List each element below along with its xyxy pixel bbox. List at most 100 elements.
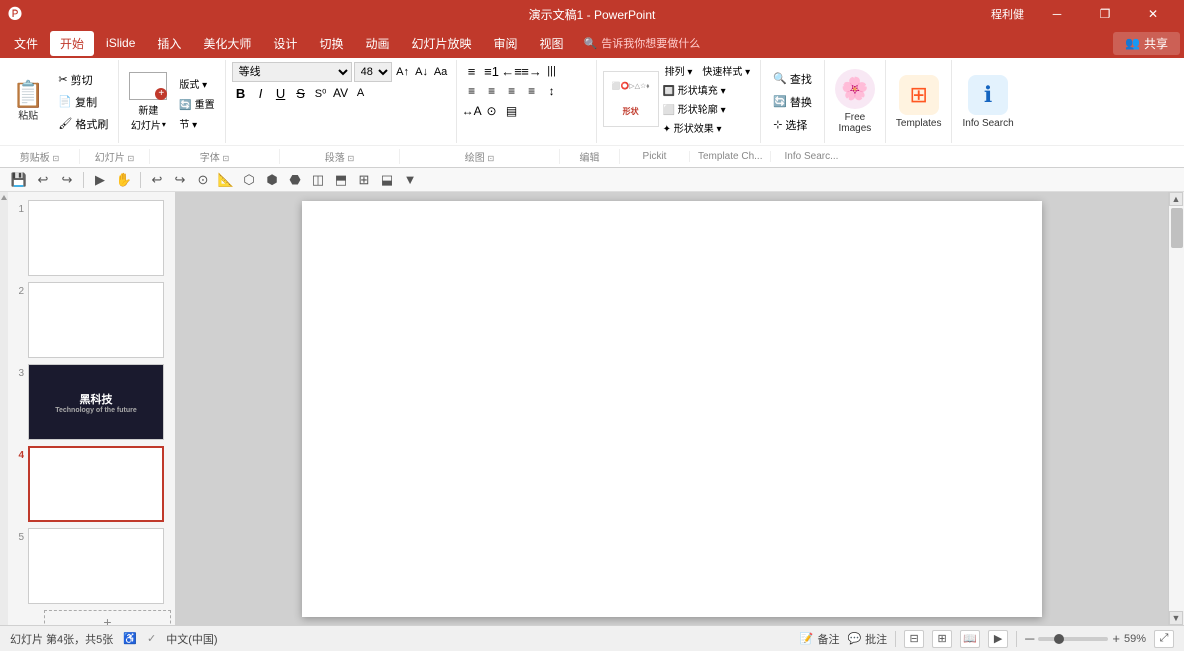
format-painter-button[interactable]: 🖌 格式刷 <box>54 114 112 134</box>
qa-btn9[interactable]: ⬒ <box>330 169 352 191</box>
font-color-button[interactable]: A <box>352 84 370 102</box>
shadow-button[interactable]: S⁰ <box>312 84 330 102</box>
bold-button[interactable]: B <box>232 84 250 102</box>
right-scrollbar[interactable]: ▲ ▼ <box>1168 192 1184 625</box>
shape-fill-button[interactable]: 🔲 形状填充 ▾ <box>661 81 728 98</box>
slide-thumb-4[interactable] <box>28 446 164 522</box>
bullets-button[interactable]: ≡ <box>463 62 481 80</box>
view-slide-sorter-button[interactable]: ⊞ <box>932 630 952 648</box>
view-slideshow-button[interactable]: ▶ <box>988 630 1008 648</box>
scroll-up-button[interactable]: ▲ <box>1169 192 1183 206</box>
shape-outline-button[interactable]: ⬜ 形状轮廓 ▾ <box>661 100 728 117</box>
clear-format-button[interactable]: Aa <box>432 63 450 81</box>
numbering-button[interactable]: ≡1 <box>483 62 501 80</box>
qa-btn8[interactable]: ◫ <box>307 169 329 191</box>
find-button[interactable]: 🔍 查找 <box>769 69 816 89</box>
shapes-gallery[interactable]: ⬜⭕▷ △☆⬧ 形状 <box>603 71 659 127</box>
slide-thumb-2[interactable] <box>28 282 164 358</box>
qa-dropdown[interactable]: ▼ <box>399 169 421 191</box>
new-slide-button[interactable]: + 新建 幻灯片 ▾ <box>125 70 171 134</box>
reset-button[interactable]: 🔄 重置 <box>175 94 218 113</box>
slide-item-4[interactable]: 4 <box>12 446 171 522</box>
convert-smartart-button[interactable]: ▤ <box>503 102 521 120</box>
minimize-button[interactable]: ─ <box>1034 0 1080 28</box>
qa-btn5[interactable]: ⬡ <box>238 169 260 191</box>
section-button[interactable]: 节 ▾ <box>175 114 218 133</box>
arrange-button[interactable]: 排列 ▾ <box>661 62 697 79</box>
menu-insert[interactable]: 插入 <box>147 31 191 56</box>
menu-home[interactable]: 开始 <box>50 31 94 56</box>
align-left-button[interactable]: ≡ <box>463 82 481 100</box>
select-button[interactable]: ⊹ 选择 <box>769 115 816 135</box>
strikethrough-button[interactable]: S <box>292 84 310 102</box>
slide-panel-scroll[interactable] <box>0 192 8 625</box>
comments-button[interactable]: 💬 批注 <box>847 631 887 647</box>
font-size-select[interactable]: 48 <box>354 62 392 82</box>
view-reading-button[interactable]: 📖 <box>960 630 980 648</box>
info-search-button[interactable]: ℹ Info Search <box>952 60 1023 143</box>
indent-more-button[interactable]: ≡→ <box>523 62 541 80</box>
text-align-button[interactable]: ⊙ <box>483 102 501 120</box>
search-bar[interactable]: 🔍 告诉我你想要做什么 <box>584 35 701 51</box>
slide-thumb-5[interactable] <box>28 528 164 604</box>
menu-slideshow[interactable]: 幻灯片放映 <box>401 31 481 56</box>
slide-thumb-3[interactable]: 黑科技 Technology of the future <box>28 364 164 440</box>
menu-islide[interactable]: iSlide <box>96 32 145 54</box>
text-direction-button[interactable]: ↔A <box>463 102 481 120</box>
notes-button[interactable]: 📝 备注 <box>800 631 840 647</box>
columns-button[interactable]: ||| <box>543 62 561 80</box>
slide-thumb-1[interactable] <box>28 200 164 276</box>
font-size-down-button[interactable]: A↓ <box>413 63 431 81</box>
qa-btn10[interactable]: ⊞ <box>353 169 375 191</box>
add-slide-button[interactable]: + <box>44 610 171 625</box>
slide-item-1[interactable]: 1 <box>12 200 171 276</box>
underline-button[interactable]: U <box>272 84 290 102</box>
char-spacing-button[interactable]: AV <box>332 84 350 102</box>
cut-button[interactable]: ✂ 剪切 <box>54 70 112 90</box>
zoom-slider[interactable] <box>1038 637 1108 641</box>
menu-view[interactable]: 视图 <box>530 31 574 56</box>
templates-button[interactable]: ⊞ Templates <box>886 60 953 143</box>
copy-button[interactable]: 📄 复制 <box>54 92 112 112</box>
qa-btn11[interactable]: ⬓ <box>376 169 398 191</box>
share-button[interactable]: 👥 共享 <box>1113 32 1180 55</box>
restore-button[interactable]: ❐ <box>1082 0 1128 28</box>
qa-btn4[interactable]: 📐 <box>215 169 237 191</box>
qa-btn2[interactable]: ↪ <box>169 169 191 191</box>
menu-review[interactable]: 审阅 <box>483 31 527 56</box>
menu-animation[interactable]: 动画 <box>355 31 399 56</box>
slide-item-3[interactable]: 3 黑科技 Technology of the future <box>12 364 171 440</box>
align-center-button[interactable]: ≡ <box>483 82 501 100</box>
quick-styles-button[interactable]: 快速样式 ▾ <box>698 62 754 79</box>
view-normal-button[interactable]: ⊟ <box>904 630 924 648</box>
shape-effects-button[interactable]: ✦ 形状效果 ▾ <box>661 119 724 136</box>
italic-button[interactable]: I <box>252 84 270 102</box>
zoom-out-button[interactable]: ─ <box>1025 631 1034 646</box>
slide-item-2[interactable]: 2 <box>12 282 171 358</box>
justify-button[interactable]: ≡ <box>523 82 541 100</box>
scroll-down-button[interactable]: ▼ <box>1169 611 1183 625</box>
menu-design[interactable]: 设计 <box>263 31 307 56</box>
save-button[interactable]: 💾 <box>8 169 30 191</box>
free-images-button[interactable]: 🌸 Free Images <box>825 60 886 143</box>
font-name-select[interactable]: 等线 <box>232 62 352 82</box>
font-size-up-button[interactable]: A↑ <box>394 63 412 81</box>
layout-button[interactable]: 版式 ▾ <box>175 74 218 93</box>
slide-canvas[interactable] <box>302 201 1042 617</box>
indent-less-button[interactable]: ←≡ <box>503 62 521 80</box>
zoom-in-button[interactable]: + <box>1112 631 1120 646</box>
close-button[interactable]: ✕ <box>1130 0 1176 28</box>
present-button[interactable]: ▶ <box>89 169 111 191</box>
menu-beautify[interactable]: 美化大师 <box>193 31 261 56</box>
touch-button[interactable]: ✋ <box>113 169 135 191</box>
line-spacing-button[interactable]: ↕ <box>543 82 561 100</box>
align-right-button[interactable]: ≡ <box>503 82 521 100</box>
undo-button[interactable]: ↩ <box>32 169 54 191</box>
qa-btn3[interactable]: ⊙ <box>192 169 214 191</box>
replace-button[interactable]: 🔄 替换 <box>769 92 816 112</box>
qa-btn7[interactable]: ⬣ <box>284 169 306 191</box>
qa-btn1[interactable]: ↩ <box>146 169 168 191</box>
paste-button[interactable]: 📋 粘贴 <box>6 77 50 126</box>
canvas-area[interactable] <box>176 192 1168 625</box>
qa-btn6[interactable]: ⬢ <box>261 169 283 191</box>
